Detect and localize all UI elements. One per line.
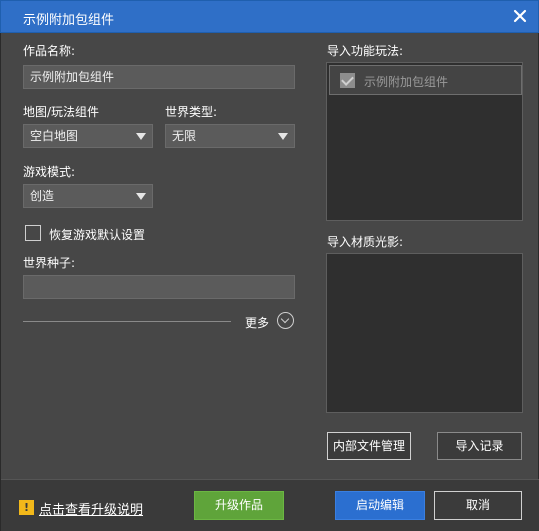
world-type-select-value: 无限 [172, 129, 197, 143]
game-mode-select[interactable]: 创造 [23, 184, 153, 208]
import-materials-list[interactable] [326, 253, 523, 413]
import-features-label: 导入功能玩法: [327, 44, 404, 58]
upgrade-button[interactable]: 升级作品 [194, 491, 284, 520]
internal-file-management-button[interactable]: 内部文件管理 [327, 432, 411, 460]
list-item[interactable]: 示例附加包组件 [329, 65, 522, 95]
checkbox-checked-icon[interactable] [340, 73, 355, 88]
upgrade-info-link[interactable]: 点击查看升级说明 [39, 499, 143, 518]
chevron-down-icon [136, 133, 146, 140]
world-type-select[interactable]: 无限 [165, 124, 295, 148]
work-name-label: 作品名称: [23, 44, 76, 58]
restore-default-checkbox[interactable] [25, 225, 41, 241]
chevron-down-icon [278, 133, 288, 140]
game-mode-label: 游戏模式: [23, 165, 76, 179]
footer: ! 点击查看升级说明 升级作品 启动编辑 取消 [1, 479, 539, 531]
map-label: 地图/玩法组件 [23, 105, 100, 119]
seed-label: 世界种子: [23, 256, 76, 270]
game-mode-select-value: 创造 [30, 189, 55, 203]
chevron-down-icon [136, 193, 146, 200]
window-title: 示例附加包组件 [23, 13, 115, 28]
title-bar: 示例附加包组件 [0, 0, 539, 33]
list-item-label: 示例附加包组件 [364, 75, 449, 89]
world-type-label: 世界类型: [165, 105, 218, 119]
warning-icon: ! [19, 500, 34, 515]
divider [23, 321, 231, 322]
import-features-list[interactable]: 示例附加包组件 [326, 62, 523, 221]
more-button[interactable]: 更多 [245, 314, 269, 331]
cancel-button[interactable]: 取消 [434, 491, 522, 520]
import-materials-label: 导入材质光影: [327, 235, 404, 249]
expand-more-icon[interactable] [277, 312, 294, 329]
dialog-body: 作品名称: 示例附加包组件 地图/玩法组件 世界类型: 空白地图 无限 游戏模式… [0, 33, 539, 531]
import-record-button[interactable]: 导入记录 [437, 432, 522, 460]
map-select-value: 空白地图 [30, 129, 79, 143]
close-icon[interactable] [512, 8, 528, 24]
map-select[interactable]: 空白地图 [23, 124, 153, 148]
seed-input[interactable] [23, 275, 295, 299]
restore-default-label: 恢复游戏默认设置 [49, 228, 146, 242]
work-name-input[interactable]: 示例附加包组件 [23, 65, 295, 89]
launch-edit-button[interactable]: 启动编辑 [335, 491, 425, 520]
